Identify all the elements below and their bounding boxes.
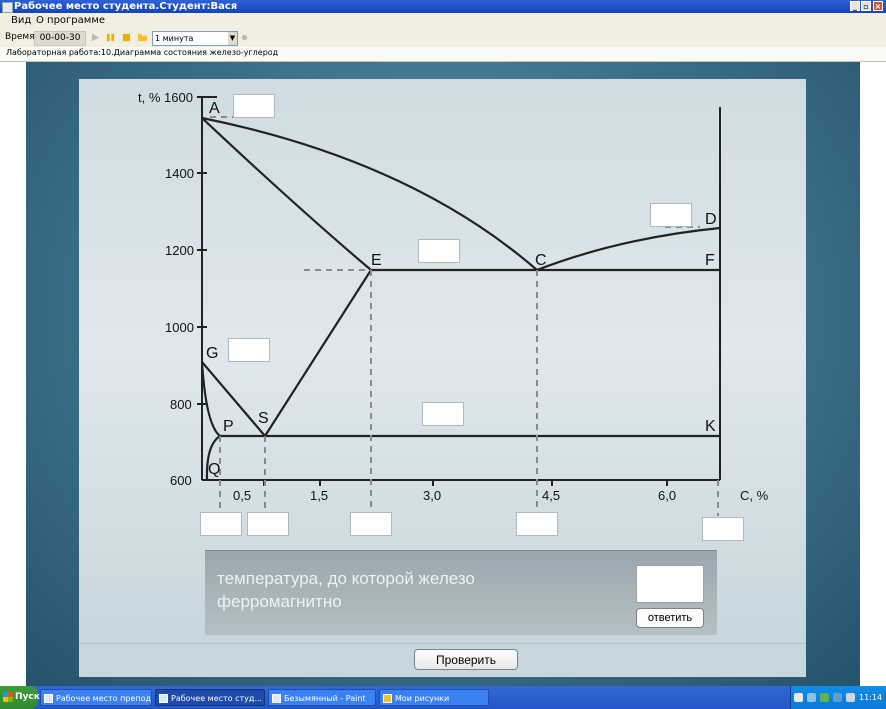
point-label-S: S: [258, 410, 269, 427]
answer-box-P-carbon[interactable]: [200, 512, 242, 536]
taskbar-item-my-pictures[interactable]: Мои рисунки: [379, 689, 489, 706]
network-icon[interactable]: [807, 693, 816, 702]
point-label-Q: Q: [208, 461, 220, 478]
taskbar-item-label: Рабочее место препода...: [56, 694, 152, 703]
question-answer-input[interactable]: [636, 565, 704, 603]
app-icon: [44, 694, 53, 703]
point-label-C: C: [535, 252, 547, 269]
app-icon: [159, 694, 168, 703]
line-ES: [264, 269, 372, 437]
point-label-D: D: [705, 211, 717, 228]
x-tick-label: 4,5: [542, 488, 560, 503]
tray-app-icon[interactable]: [820, 693, 829, 702]
y-tick-label: 1200: [165, 243, 194, 258]
point-label-A: A: [209, 100, 220, 117]
answer-box-PSK[interactable]: [422, 402, 464, 426]
taskbar: Пуск Рабочее место препода... Рабочее ме…: [0, 686, 886, 709]
x-tick-label: 1,5: [310, 488, 328, 503]
line-AC: [201, 116, 538, 271]
y-tick-label: 1000: [165, 320, 194, 335]
x-tick-label: 3,0: [423, 488, 441, 503]
question-text: температура, до которой железо ферромагн…: [217, 569, 475, 611]
check-button[interactable]: Проверить: [414, 649, 518, 670]
guide-lines: [210, 116, 719, 516]
start-label: Пуск: [15, 692, 40, 702]
question-panel: температура, до которой железо ферромагн…: [205, 550, 717, 635]
answer-button[interactable]: ответить: [636, 608, 704, 628]
language-icon[interactable]: [794, 693, 803, 702]
answer-box-E-carbon[interactable]: [350, 512, 392, 536]
answer-box-D[interactable]: [650, 203, 692, 227]
taskbar-item-label: Мои рисунки: [395, 694, 450, 703]
start-button[interactable]: Пуск: [0, 686, 40, 709]
paint-icon: [272, 694, 281, 703]
answer-box-F-carbon[interactable]: [702, 517, 744, 541]
clock: 11:14: [859, 693, 883, 702]
point-label-K: K: [705, 418, 716, 435]
taskbar-item-label: Рабочее место студ...: [171, 694, 263, 703]
windows-logo-icon: [3, 692, 13, 702]
y-axis-label: t, % 1600: [138, 90, 193, 105]
answer-box-ECF[interactable]: [418, 239, 460, 263]
point-label-G: G: [206, 345, 218, 362]
x-tick-label: 6,0: [658, 488, 676, 503]
x-tick-label: 0,5: [233, 488, 251, 503]
x-axis-label: С, %: [740, 488, 769, 503]
line-AE: [201, 117, 372, 271]
taskbar-item-label: Безымянный - Paint: [284, 694, 366, 703]
answer-box-G[interactable]: [228, 338, 270, 362]
system-tray: 11:14: [790, 686, 886, 709]
line-CD: [536, 226, 721, 272]
point-label-E: E: [371, 252, 382, 269]
point-label-F: F: [705, 252, 715, 269]
point-label-P: P: [223, 418, 234, 435]
taskbar-item-student[interactable]: Рабочее место студ...: [155, 689, 265, 706]
answer-box-S-carbon[interactable]: [247, 512, 289, 536]
folder-icon: [383, 694, 392, 703]
shield-icon[interactable]: [846, 693, 855, 702]
taskbar-item-teacher[interactable]: Рабочее место препода...: [40, 689, 152, 706]
y-tick-label: 800: [170, 397, 192, 412]
answer-box-A[interactable]: [233, 94, 275, 118]
y-tick-label: 1400: [165, 166, 194, 181]
taskbar-item-paint[interactable]: Безымянный - Paint: [268, 689, 376, 706]
answer-box-C-carbon[interactable]: [516, 512, 558, 536]
y-tick-label: 600: [170, 473, 192, 488]
tray-app-icon[interactable]: [833, 693, 842, 702]
